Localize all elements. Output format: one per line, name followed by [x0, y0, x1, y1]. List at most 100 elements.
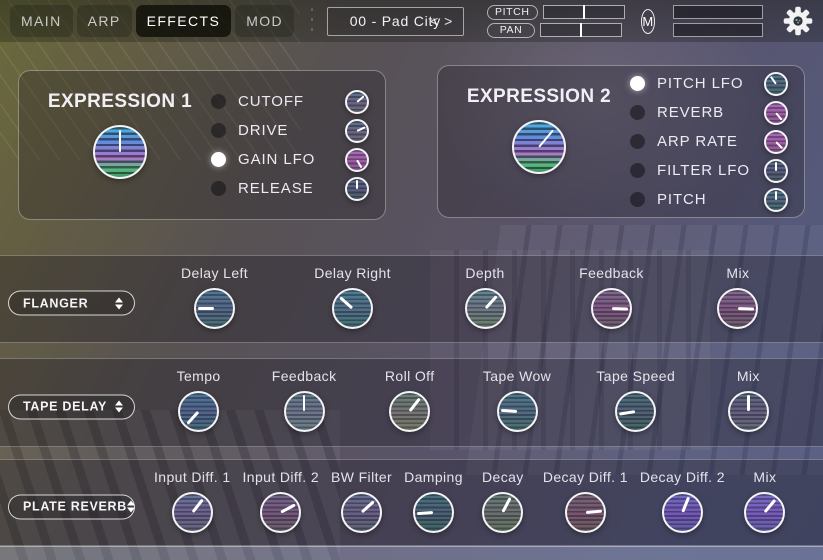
knob-pointer	[286, 393, 323, 430]
effect-knob-group: Depth	[457, 265, 513, 329]
flanger-knob-rail: Delay LeftDelay RightDepthFeedbackMix	[148, 265, 799, 336]
expression2-target-row: REVERB	[630, 101, 788, 125]
effect-knob[interactable]	[465, 288, 506, 329]
target-amount-knob[interactable]	[764, 130, 788, 154]
plate-reverb-effect-selector[interactable]: PLATE REVERB	[8, 494, 135, 519]
pan-slider-handle[interactable]	[580, 23, 582, 37]
knob-label: BW Filter	[331, 469, 392, 485]
target-amount-knob[interactable]	[764, 72, 788, 96]
knob-pointer	[565, 492, 605, 532]
knob-pointer	[658, 488, 706, 536]
preset-selector[interactable]: 00 - Pad City < >	[327, 7, 464, 36]
target-label: PITCH	[657, 191, 752, 208]
effect-knob[interactable]	[717, 288, 758, 329]
effect-knob-group: Mix	[737, 469, 793, 533]
tape-delay-effect-selector[interactable]: TAPE DELAY	[8, 394, 135, 419]
effect-knob[interactable]	[497, 391, 538, 432]
target-amount-knob[interactable]	[764, 188, 788, 212]
knob-label: Delay Left	[181, 265, 248, 281]
target-amount-knob[interactable]	[345, 148, 369, 172]
tab-mod[interactable]: MOD	[235, 5, 294, 37]
target-select-dot[interactable]	[211, 94, 226, 109]
expression2-target-row: FILTER LFO	[630, 159, 788, 183]
knob-pointer	[347, 179, 367, 199]
target-label: FILTER LFO	[657, 162, 752, 179]
knob-label: Feedback	[579, 265, 644, 281]
effect-knob[interactable]	[389, 391, 430, 432]
pitch-slider[interactable]	[543, 5, 625, 19]
effect-knob[interactable]	[615, 391, 656, 432]
effect-knob[interactable]	[591, 288, 632, 329]
effect-knob[interactable]	[260, 492, 301, 533]
target-amount-knob[interactable]	[764, 101, 788, 125]
knob-pointer	[739, 486, 791, 538]
knob-label: Damping	[404, 469, 463, 485]
mono-button[interactable]: M	[641, 9, 655, 34]
expression1-title: EXPRESSION 1	[48, 91, 192, 113]
effect-knob[interactable]	[744, 492, 785, 533]
tab-effects[interactable]: EFFECTS	[136, 5, 232, 37]
expression1-macro-knob[interactable]	[93, 125, 147, 179]
effect-knob[interactable]	[284, 391, 325, 432]
preset-next-icon[interactable]: >	[442, 13, 455, 29]
effect-knob-group: Decay	[475, 469, 531, 533]
effect-knob[interactable]	[728, 391, 769, 432]
effect-knob-group: Feedback	[272, 368, 337, 432]
knob-label: Decay Diff. 2	[640, 469, 725, 485]
knob-pointer	[343, 146, 370, 173]
effect-knob[interactable]	[341, 492, 382, 533]
effect-knob-group: Decay Diff. 2	[640, 469, 725, 533]
effect-knob[interactable]	[482, 492, 523, 533]
knob-label: Tape Speed	[596, 368, 675, 384]
knob-label: Input Diff. 1	[154, 469, 231, 485]
pitch-slider-handle[interactable]	[583, 5, 585, 19]
pitch-label: PITCH	[487, 5, 538, 20]
expression1-knob-slot	[93, 125, 147, 179]
target-select-dot[interactable]	[630, 76, 645, 91]
tab-bar: MAINARPEFFECTSMOD	[10, 5, 294, 37]
knob-pointer	[256, 487, 306, 537]
knob-pointer	[719, 289, 757, 327]
target-select-dot[interactable]	[211, 152, 226, 167]
effect-knob[interactable]	[178, 391, 219, 432]
effect-knob[interactable]	[662, 492, 703, 533]
pan-label: PAN	[487, 23, 535, 38]
knob-label: Tape Wow	[483, 368, 551, 384]
level-meter-right	[673, 23, 763, 37]
target-select-dot[interactable]	[630, 192, 645, 207]
effect-knob[interactable]	[172, 492, 213, 533]
target-select-dot[interactable]	[211, 181, 226, 196]
expression2-macro-knob[interactable]	[512, 120, 566, 174]
target-amount-knob[interactable]	[345, 90, 369, 114]
preset-prev-icon[interactable]: <	[428, 13, 441, 29]
effect-knob-group: BW Filter	[331, 469, 392, 533]
effect-knob[interactable]	[332, 288, 373, 329]
up-down-arrows-icon	[115, 401, 123, 413]
up-down-arrows-icon	[115, 297, 123, 309]
pan-slider[interactable]	[540, 23, 622, 37]
effect-knob[interactable]	[565, 492, 606, 533]
plugin-window: MAINARPEFFECTSMOD 00 - Pad City < > PITC…	[0, 0, 823, 560]
target-amount-knob[interactable]	[345, 177, 369, 201]
up-down-arrows-icon	[127, 501, 135, 513]
tab-main[interactable]: MAIN	[10, 5, 73, 37]
target-amount-knob[interactable]	[345, 119, 369, 143]
level-meter-left	[673, 5, 763, 19]
target-label: RELEASE	[238, 180, 333, 197]
effect-knob[interactable]	[194, 288, 235, 329]
flanger-effect-selector[interactable]: FLANGER	[8, 291, 135, 316]
target-amount-knob[interactable]	[764, 159, 788, 183]
flanger-section: FLANGER Delay LeftDelay RightDepthFeedba…	[0, 255, 823, 343]
effect-knob-group: Tempo	[171, 368, 227, 432]
target-select-dot[interactable]	[630, 134, 645, 149]
target-select-dot[interactable]	[630, 163, 645, 178]
expression2-target-row: ARP RATE	[630, 130, 788, 154]
knob-label: Input Diff. 2	[242, 469, 319, 485]
settings-button[interactable]	[783, 6, 813, 36]
knob-label: Decay Diff. 1	[543, 469, 628, 485]
knob-pointer	[196, 290, 233, 327]
target-select-dot[interactable]	[211, 123, 226, 138]
target-select-dot[interactable]	[630, 105, 645, 120]
effect-knob[interactable]	[413, 492, 454, 533]
tab-arp[interactable]: ARP	[77, 5, 132, 37]
